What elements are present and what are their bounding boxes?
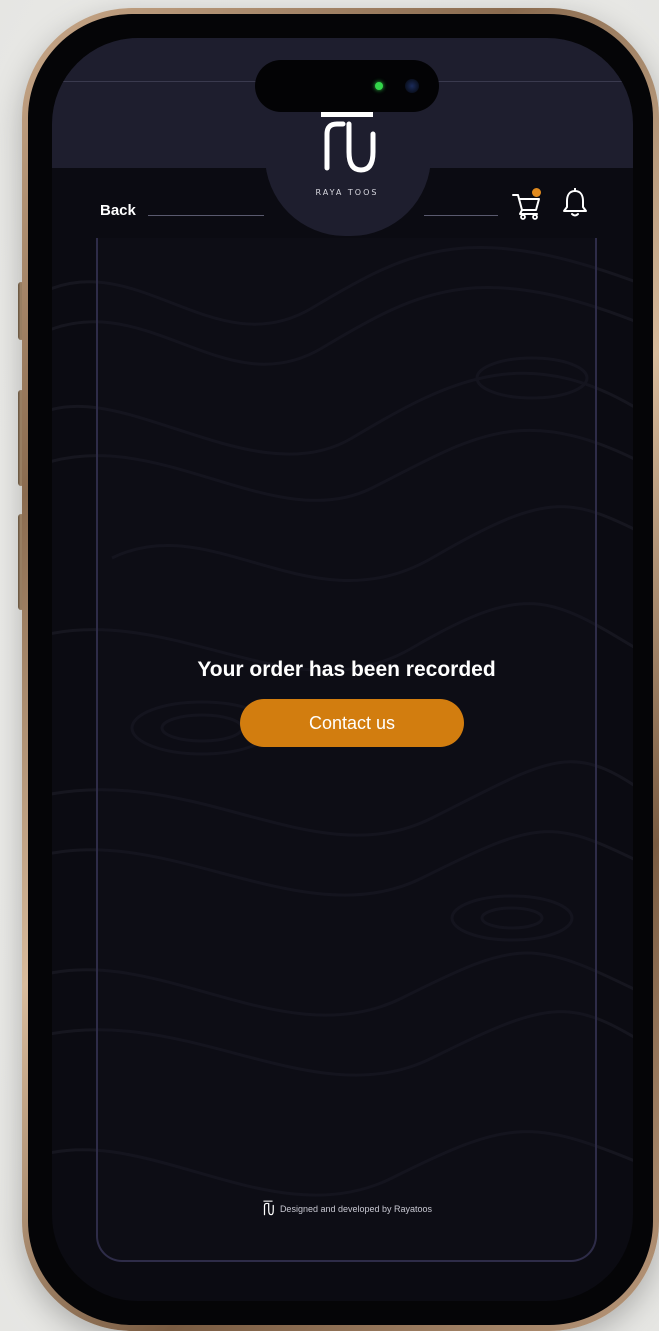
- cart-notification-badge: [532, 188, 541, 197]
- contact-us-button[interactable]: Contact us: [240, 699, 464, 747]
- camera-lens-icon: [405, 79, 419, 93]
- phone-frame: RAYA TOOS Back Your order has been recor…: [22, 8, 659, 1331]
- back-button[interactable]: Back: [100, 202, 136, 219]
- nav-divider-left: [148, 215, 264, 216]
- phone-bezel: RAYA TOOS Back Your order has been recor…: [28, 14, 653, 1325]
- content-panel: [96, 238, 597, 1262]
- brand-name: RAYA TOOS: [315, 188, 379, 197]
- app-screen: RAYA TOOS Back Your order has been recor…: [52, 38, 633, 1301]
- footer-credit: Designed and developed by Rayatoos: [96, 1200, 597, 1217]
- footer-logo-icon: [263, 1200, 274, 1216]
- bell-icon[interactable]: [562, 188, 588, 218]
- order-confirmation-message: Your order has been recorded: [197, 658, 496, 681]
- privacy-indicator-icon: [375, 82, 383, 90]
- nav-divider-right: [424, 215, 498, 216]
- device-stage: RAYA TOOS Back Your order has been recor…: [0, 0, 659, 1331]
- dynamic-island: [255, 60, 439, 112]
- footer-credit-text: Designed and developed by Rayatoos: [279, 1203, 433, 1214]
